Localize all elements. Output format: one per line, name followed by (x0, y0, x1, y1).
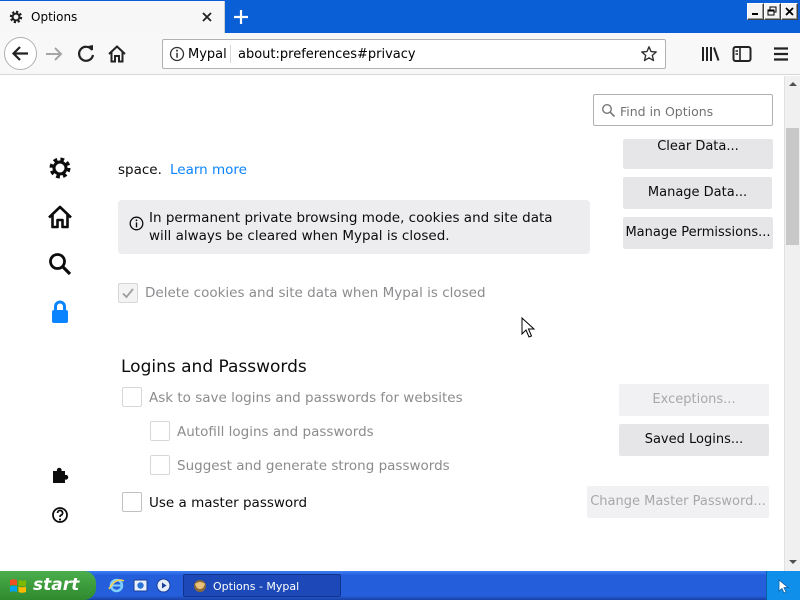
tray-cursor-icon[interactable] (776, 578, 792, 594)
change-master-password-button[interactable]: Change Master Password... (587, 486, 769, 518)
info-icon (129, 216, 144, 231)
close-window-button[interactable] (781, 3, 798, 20)
master-password-label: Use a master password (149, 495, 308, 511)
clear-data-label: Clear Data... (657, 139, 739, 154)
scroll-thumb[interactable] (786, 128, 799, 245)
saved-logins-button[interactable]: Saved Logins... (619, 424, 769, 456)
autofill-checkbox[interactable] (150, 421, 170, 441)
taskbar-item-label: Options - Mypal (213, 580, 300, 593)
internet-explorer-icon[interactable] (108, 577, 125, 594)
ask-to-save-label: Ask to save logins and passwords for web… (149, 390, 463, 406)
forward-arrow-icon[interactable] (42, 42, 66, 66)
restore-icon (767, 6, 777, 16)
new-tab-icon[interactable] (230, 6, 252, 28)
category-privacy-lock-icon[interactable] (44, 296, 76, 328)
category-home-icon[interactable] (44, 201, 76, 233)
windows-logo-icon (10, 579, 26, 593)
search-placeholder: Find in Options (620, 104, 714, 119)
gear-icon (9, 10, 23, 24)
info-icon[interactable] (169, 46, 185, 62)
change-master-password-label: Change Master Password... (590, 494, 766, 509)
minimize-icon (752, 13, 758, 15)
back-arrow-icon (11, 46, 28, 61)
help-icon[interactable] (44, 499, 76, 531)
url-bar[interactable]: Mypal about:preferences#privacy (162, 39, 666, 69)
tab-title: Options (31, 10, 78, 24)
url-text[interactable]: about:preferences#privacy (238, 47, 416, 62)
sidebar-toggle-icon[interactable] (730, 42, 754, 66)
scroll-up-arrow-icon[interactable] (788, 79, 798, 89)
autofill-label: Autofill logins and passwords (177, 424, 374, 440)
manage-data-button[interactable]: Manage Data... (623, 177, 772, 209)
title-bar: Options (0, 0, 800, 33)
saved-logins-label: Saved Logins... (644, 432, 744, 447)
delete-on-close-label: Delete cookies and site data when Mypal … (145, 285, 486, 301)
scroll-down-arrow-icon[interactable] (788, 557, 798, 567)
system-tray (766, 571, 800, 600)
search-icon (601, 103, 616, 118)
home-icon[interactable] (105, 42, 129, 66)
media-player-icon[interactable] (155, 577, 172, 594)
back-button[interactable] (4, 37, 37, 70)
private-mode-info-text: In permanent private browsing mode, cook… (149, 210, 553, 244)
ask-to-save-checkbox[interactable] (122, 387, 142, 407)
mypal-app-icon (194, 580, 206, 592)
url-separator (230, 45, 231, 63)
preferences-page: Find in Options space. Learn more Clear … (0, 76, 784, 571)
logins-section-heading: Logins and Passwords (121, 357, 307, 377)
exceptions-label: Exceptions... (652, 392, 736, 407)
outlook-express-icon[interactable] (132, 577, 149, 594)
extensions-puzzle-icon[interactable] (44, 460, 76, 492)
manage-data-label: Manage Data... (647, 185, 748, 200)
library-icon[interactable] (699, 42, 723, 66)
menu-icon[interactable] (769, 42, 793, 66)
bookmark-star-icon[interactable] (640, 45, 658, 63)
private-mode-info-box: In permanent private browsing mode, cook… (118, 200, 590, 254)
category-search-icon[interactable] (44, 248, 76, 280)
page-scrollbar[interactable] (784, 76, 800, 571)
delete-on-close-checkbox[interactable] (118, 283, 138, 303)
manage-permissions-button[interactable]: Manage Permissions... (623, 217, 773, 249)
restore-button[interactable] (764, 3, 781, 20)
start-button[interactable]: start (0, 571, 96, 600)
suggest-passwords-label: Suggest and generate strong passwords (177, 458, 450, 474)
tab-options[interactable]: Options (0, 1, 225, 33)
start-label: start (33, 575, 80, 595)
category-general-gear-icon[interactable] (44, 152, 76, 184)
navigation-toolbar: Mypal about:preferences#privacy (0, 33, 800, 75)
master-password-checkbox[interactable] (122, 492, 142, 512)
taskbar-item-options-mypal[interactable]: Options - Mypal (183, 574, 341, 597)
exceptions-button[interactable]: Exceptions... (619, 384, 769, 416)
clear-data-button[interactable]: Clear Data... (623, 139, 773, 169)
find-in-options-input[interactable]: Find in Options (593, 94, 773, 126)
identity-label: Mypal (188, 47, 227, 62)
checkmark-icon (122, 288, 134, 299)
taskbar: start Options - Mypal (0, 571, 800, 600)
close-icon (785, 7, 794, 16)
close-tab-icon[interactable] (198, 8, 216, 26)
manage-permissions-label: Manage Permissions... (625, 225, 771, 240)
suggest-passwords-checkbox[interactable] (150, 455, 170, 475)
reload-icon[interactable] (74, 42, 98, 66)
cookies-description-tail: space. (118, 162, 162, 178)
learn-more-link[interactable]: Learn more (170, 162, 247, 178)
minimize-button[interactable] (747, 3, 764, 20)
mouse-cursor-icon (521, 317, 535, 338)
